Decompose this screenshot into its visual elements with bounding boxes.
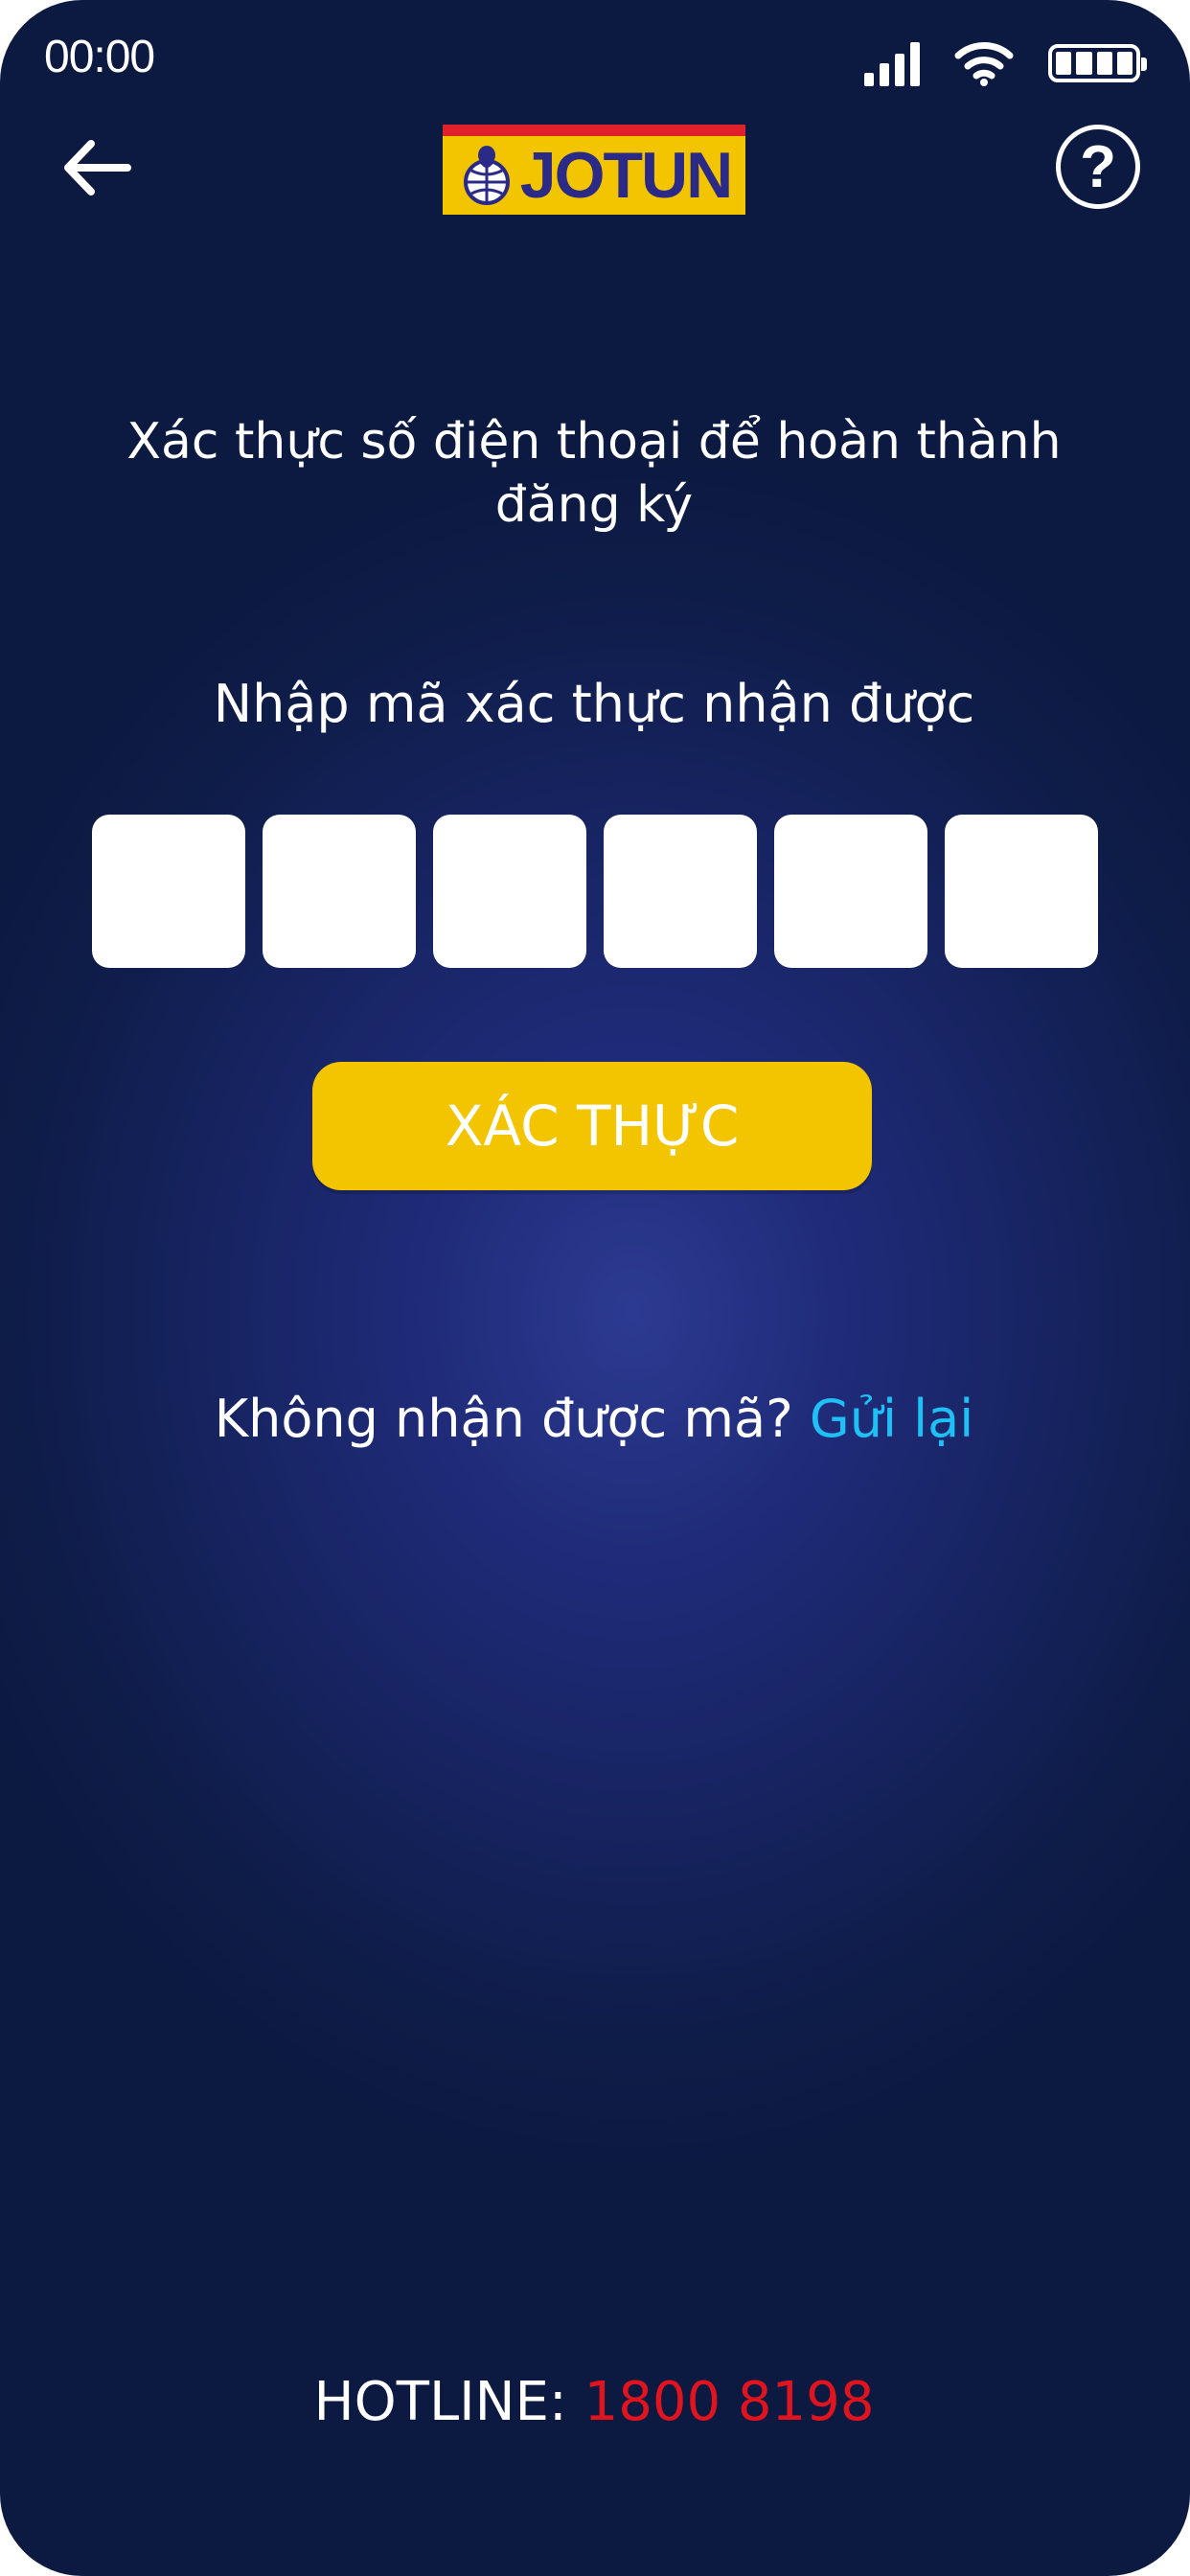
resend-prompt: Không nhận được mã? (214, 1389, 793, 1449)
verify-button[interactable]: XÁC THỰC (312, 1062, 872, 1190)
page-title: Xác thực số điện thoại để hoàn thành đăn… (126, 413, 1062, 534)
arrow-left-icon (64, 140, 131, 196)
phone-screen: 00:00 JOTUN ? Xác thực số điện thoại để … (0, 0, 1190, 2576)
otp-digit-6[interactable] (945, 815, 1098, 968)
hotline-label: HOTLINE: (313, 2371, 567, 2433)
otp-digit-4[interactable] (604, 815, 757, 968)
status-icons (864, 36, 1147, 86)
logo-text: JOTUN (519, 139, 733, 212)
hotline-number[interactable]: 1800 8198 (584, 2371, 875, 2433)
otp-digit-2[interactable] (263, 815, 416, 968)
hotline: HOTLINE: 1800 8198 (115, 2369, 1073, 2436)
battery-icon (1048, 44, 1147, 82)
jotun-logo: JOTUN (443, 125, 745, 215)
resend-row: Không nhận được mã? Gửi lại (115, 1386, 1073, 1453)
signal-icon (864, 40, 920, 86)
back-button[interactable] (54, 125, 140, 211)
status-time: 00:00 (44, 32, 155, 82)
otp-instruction: Nhập mã xác thực nhận được (213, 674, 975, 734)
otp-digit-3[interactable] (433, 815, 586, 968)
help-button[interactable]: ? (1056, 125, 1140, 209)
otp-input-group (92, 815, 1098, 968)
globe-emblem-icon (463, 146, 510, 205)
otp-digit-1[interactable] (92, 815, 245, 968)
otp-digit-5[interactable] (774, 815, 927, 968)
question-mark-icon: ? (1080, 133, 1116, 200)
wifi-icon (954, 42, 1014, 86)
resend-link[interactable]: Gửi lại (810, 1389, 973, 1449)
